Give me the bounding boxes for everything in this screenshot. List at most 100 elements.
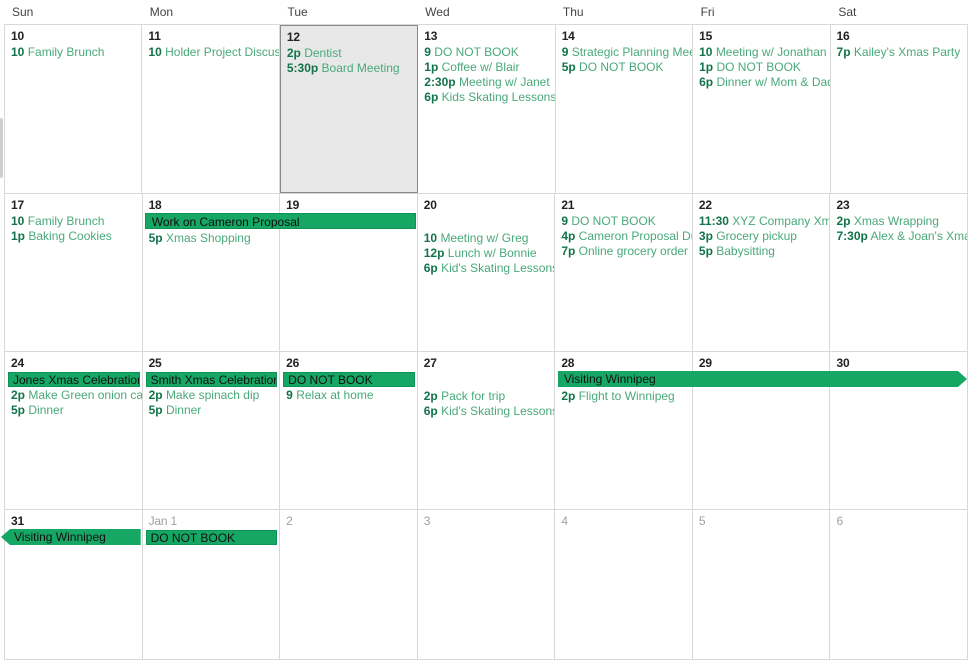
- event-time: 2p: [561, 389, 576, 403]
- day-cell[interactable]: 26 DO NOT BOOK 9 Relax at home: [280, 352, 418, 509]
- timed-event[interactable]: 10 Meeting w/ Greg: [418, 231, 555, 246]
- day-number[interactable]: 24: [5, 352, 142, 370]
- timed-event[interactable]: 12p Lunch w/ Bonnie: [418, 246, 555, 261]
- timed-event[interactable]: 7p Kailey's Xmas Party: [831, 45, 967, 60]
- day-cell[interactable]: 16 7p Kailey's Xmas Party: [830, 25, 968, 193]
- day-number[interactable]: 10: [5, 25, 141, 43]
- day-number[interactable]: 3: [418, 510, 555, 528]
- day-number[interactable]: 20: [418, 194, 555, 212]
- day-cell[interactable]: 24 Jones Xmas Celebration 2p Make Green on…: [5, 352, 143, 509]
- all-day-event-chip[interactable]: Jones Xmas Celebration: [8, 372, 140, 387]
- day-number[interactable]: 30: [830, 352, 967, 370]
- event-time: 5:30p: [286, 61, 319, 75]
- timed-event[interactable]: 2p Dentist: [281, 46, 417, 61]
- timed-event[interactable]: 6p Kids Skating Lessons: [418, 90, 554, 105]
- day-events: Jones Xmas Celebration 2p Make Green onio…: [5, 370, 142, 418]
- timed-event[interactable]: 2:30p Meeting w/ Janet: [418, 75, 554, 90]
- day-number[interactable]: 21: [555, 194, 692, 212]
- day-number[interactable]: 18: [143, 194, 280, 212]
- day-number[interactable]: 29: [693, 352, 830, 370]
- timed-event[interactable]: 4p Cameron Proposal Due: [555, 229, 692, 244]
- day-cell[interactable]: 17 10 Family Brunch 1p Baking Cookies: [5, 194, 143, 351]
- day-cell[interactable]: 2: [280, 510, 418, 659]
- day-number[interactable]: 16: [831, 25, 967, 43]
- timed-event[interactable]: 1p Coffee w/ Blair: [418, 60, 554, 75]
- day-cell[interactable]: 20 10 Meeting w/ Greg 12p Lunch w/ Bonnie 6…: [417, 194, 556, 351]
- day-number[interactable]: 17: [5, 194, 142, 212]
- timed-event[interactable]: 1p Baking Cookies: [5, 229, 142, 244]
- timed-event[interactable]: 1p DO NOT BOOK: [693, 60, 829, 75]
- timed-event[interactable]: 2p Flight to Winnipeg: [555, 389, 692, 404]
- day-cell[interactable]: Jan 1 DO NOT BOOK: [142, 510, 281, 659]
- timed-event[interactable]: 2p Make spinach dip: [143, 388, 280, 403]
- multi-day-event-bar[interactable]: Visiting Winnipeg: [1, 529, 141, 545]
- day-cell[interactable]: 22 11:30 XYZ Company Xmas3p Grocery picku…: [692, 194, 831, 351]
- day-number[interactable]: 5: [693, 510, 830, 528]
- day-cell[interactable]: 23 2p Xmas Wrapping 7:30p Alex & Joan's Xm…: [830, 194, 968, 351]
- day-number[interactable]: Jan 1: [143, 510, 280, 528]
- timed-event[interactable]: 9 DO NOT BOOK: [555, 214, 692, 229]
- timed-event[interactable]: 2p Pack for trip: [418, 389, 555, 404]
- timed-event[interactable]: 5p Xmas Shopping: [143, 231, 280, 246]
- day-number[interactable]: 26: [280, 352, 417, 370]
- day-number[interactable]: 23: [830, 194, 967, 212]
- timed-event[interactable]: 10 Family Brunch: [5, 214, 142, 229]
- dow-label-thu: Thu: [562, 5, 584, 19]
- timed-event[interactable]: 5p Dinner: [143, 403, 280, 418]
- timed-event[interactable]: 9 Strategic Planning Meeting: [556, 45, 692, 60]
- day-cell[interactable]: 15 10 Meeting w/ Jonathan 1p DO NOT BOOK 6p…: [693, 25, 831, 193]
- day-cell[interactable]: 14 9 Strategic Planning Meeting5p DO NOT …: [555, 25, 694, 193]
- timed-event[interactable]: 9 Relax at home: [280, 388, 417, 403]
- day-events: DO NOT BOOK: [143, 528, 280, 545]
- timed-event[interactable]: 5p DO NOT BOOK: [556, 60, 692, 75]
- timed-event[interactable]: 5p Babysitting: [693, 244, 830, 259]
- timed-event[interactable]: 2p Make Green onion cakes: [5, 388, 142, 403]
- timed-event[interactable]: 6p Kid's Skating Lessons: [418, 404, 555, 419]
- timed-event[interactable]: 10 Meeting w/ Jonathan: [693, 45, 829, 60]
- day-cell[interactable]: 11 10 Holder Project Discussion: [142, 25, 280, 193]
- timed-event[interactable]: 2p Xmas Wrapping: [830, 214, 967, 229]
- timed-event[interactable]: 5p Dinner: [5, 403, 142, 418]
- timed-event[interactable]: 7p Online grocery order: [555, 244, 692, 259]
- day-number[interactable]: 11: [142, 25, 278, 43]
- timed-event[interactable]: 5:30p Board Meeting: [281, 61, 417, 76]
- day-cell[interactable]: 25 Smith Xmas Celebration 2p Make spinach …: [142, 352, 281, 509]
- timed-event[interactable]: 7:30p Alex & Joan's Xmas: [830, 229, 967, 244]
- timed-event[interactable]: 11:30 XYZ Company Xmas: [693, 214, 830, 229]
- timed-event[interactable]: 9 DO NOT BOOK: [418, 45, 554, 60]
- timed-event[interactable]: 6p Kid's Skating Lessons: [418, 261, 555, 276]
- day-number[interactable]: 22: [693, 194, 830, 212]
- all-day-event-chip[interactable]: Smith Xmas Celebration: [145, 372, 278, 387]
- all-day-event-chip[interactable]: DO NOT BOOK: [145, 530, 278, 545]
- day-number[interactable]: 6: [830, 510, 967, 528]
- vertical-scrollbar-thumb[interactable]: [0, 118, 3, 178]
- day-number[interactable]: 13: [418, 25, 554, 43]
- day-cell[interactable]: 4: [555, 510, 693, 659]
- day-number[interactable]: 14: [556, 25, 692, 43]
- timed-event[interactable]: 10 Holder Project Discussion: [142, 45, 278, 60]
- day-cell[interactable]: 6: [830, 510, 968, 659]
- multi-day-event-bar[interactable]: Work on Cameron Proposal: [144, 213, 417, 229]
- multi-day-event-bar[interactable]: Visiting Winnipeg: [558, 371, 967, 387]
- day-number[interactable]: 12: [281, 26, 417, 44]
- day-cell[interactable]: 12 2p Dentist 5:30p Board Meeting: [279, 25, 419, 193]
- day-number[interactable]: 28: [555, 352, 692, 370]
- day-cell[interactable]: 27 2p Pack for trip 6p Kid's Skating Lesso…: [417, 352, 556, 509]
- day-number[interactable]: 25: [143, 352, 280, 370]
- all-day-event-chip[interactable]: DO NOT BOOK: [283, 372, 415, 387]
- day-number[interactable]: 31: [5, 510, 142, 528]
- day-number[interactable]: 15: [693, 25, 829, 43]
- timed-event[interactable]: 10 Family Brunch: [5, 45, 141, 60]
- timed-event[interactable]: 3p Grocery pickup: [693, 229, 830, 244]
- day-cell[interactable]: 21 9 DO NOT BOOK 4p Cameron Proposal Due 7p…: [555, 194, 693, 351]
- day-cell[interactable]: 3: [417, 510, 556, 659]
- event-time: 5p: [11, 403, 26, 417]
- day-number[interactable]: 27: [418, 352, 555, 370]
- timed-event[interactable]: 6p Dinner w/ Mom & Dad: [693, 75, 829, 90]
- day-cell[interactable]: 10 10 Family Brunch: [5, 25, 143, 193]
- day-number[interactable]: 2: [280, 510, 417, 528]
- day-number[interactable]: 4: [555, 510, 692, 528]
- day-cell[interactable]: 13 9 DO NOT BOOK 1p Coffee w/ Blair 2:30p M…: [418, 25, 556, 193]
- day-number[interactable]: 19: [280, 194, 417, 212]
- day-cell[interactable]: 5: [692, 510, 831, 659]
